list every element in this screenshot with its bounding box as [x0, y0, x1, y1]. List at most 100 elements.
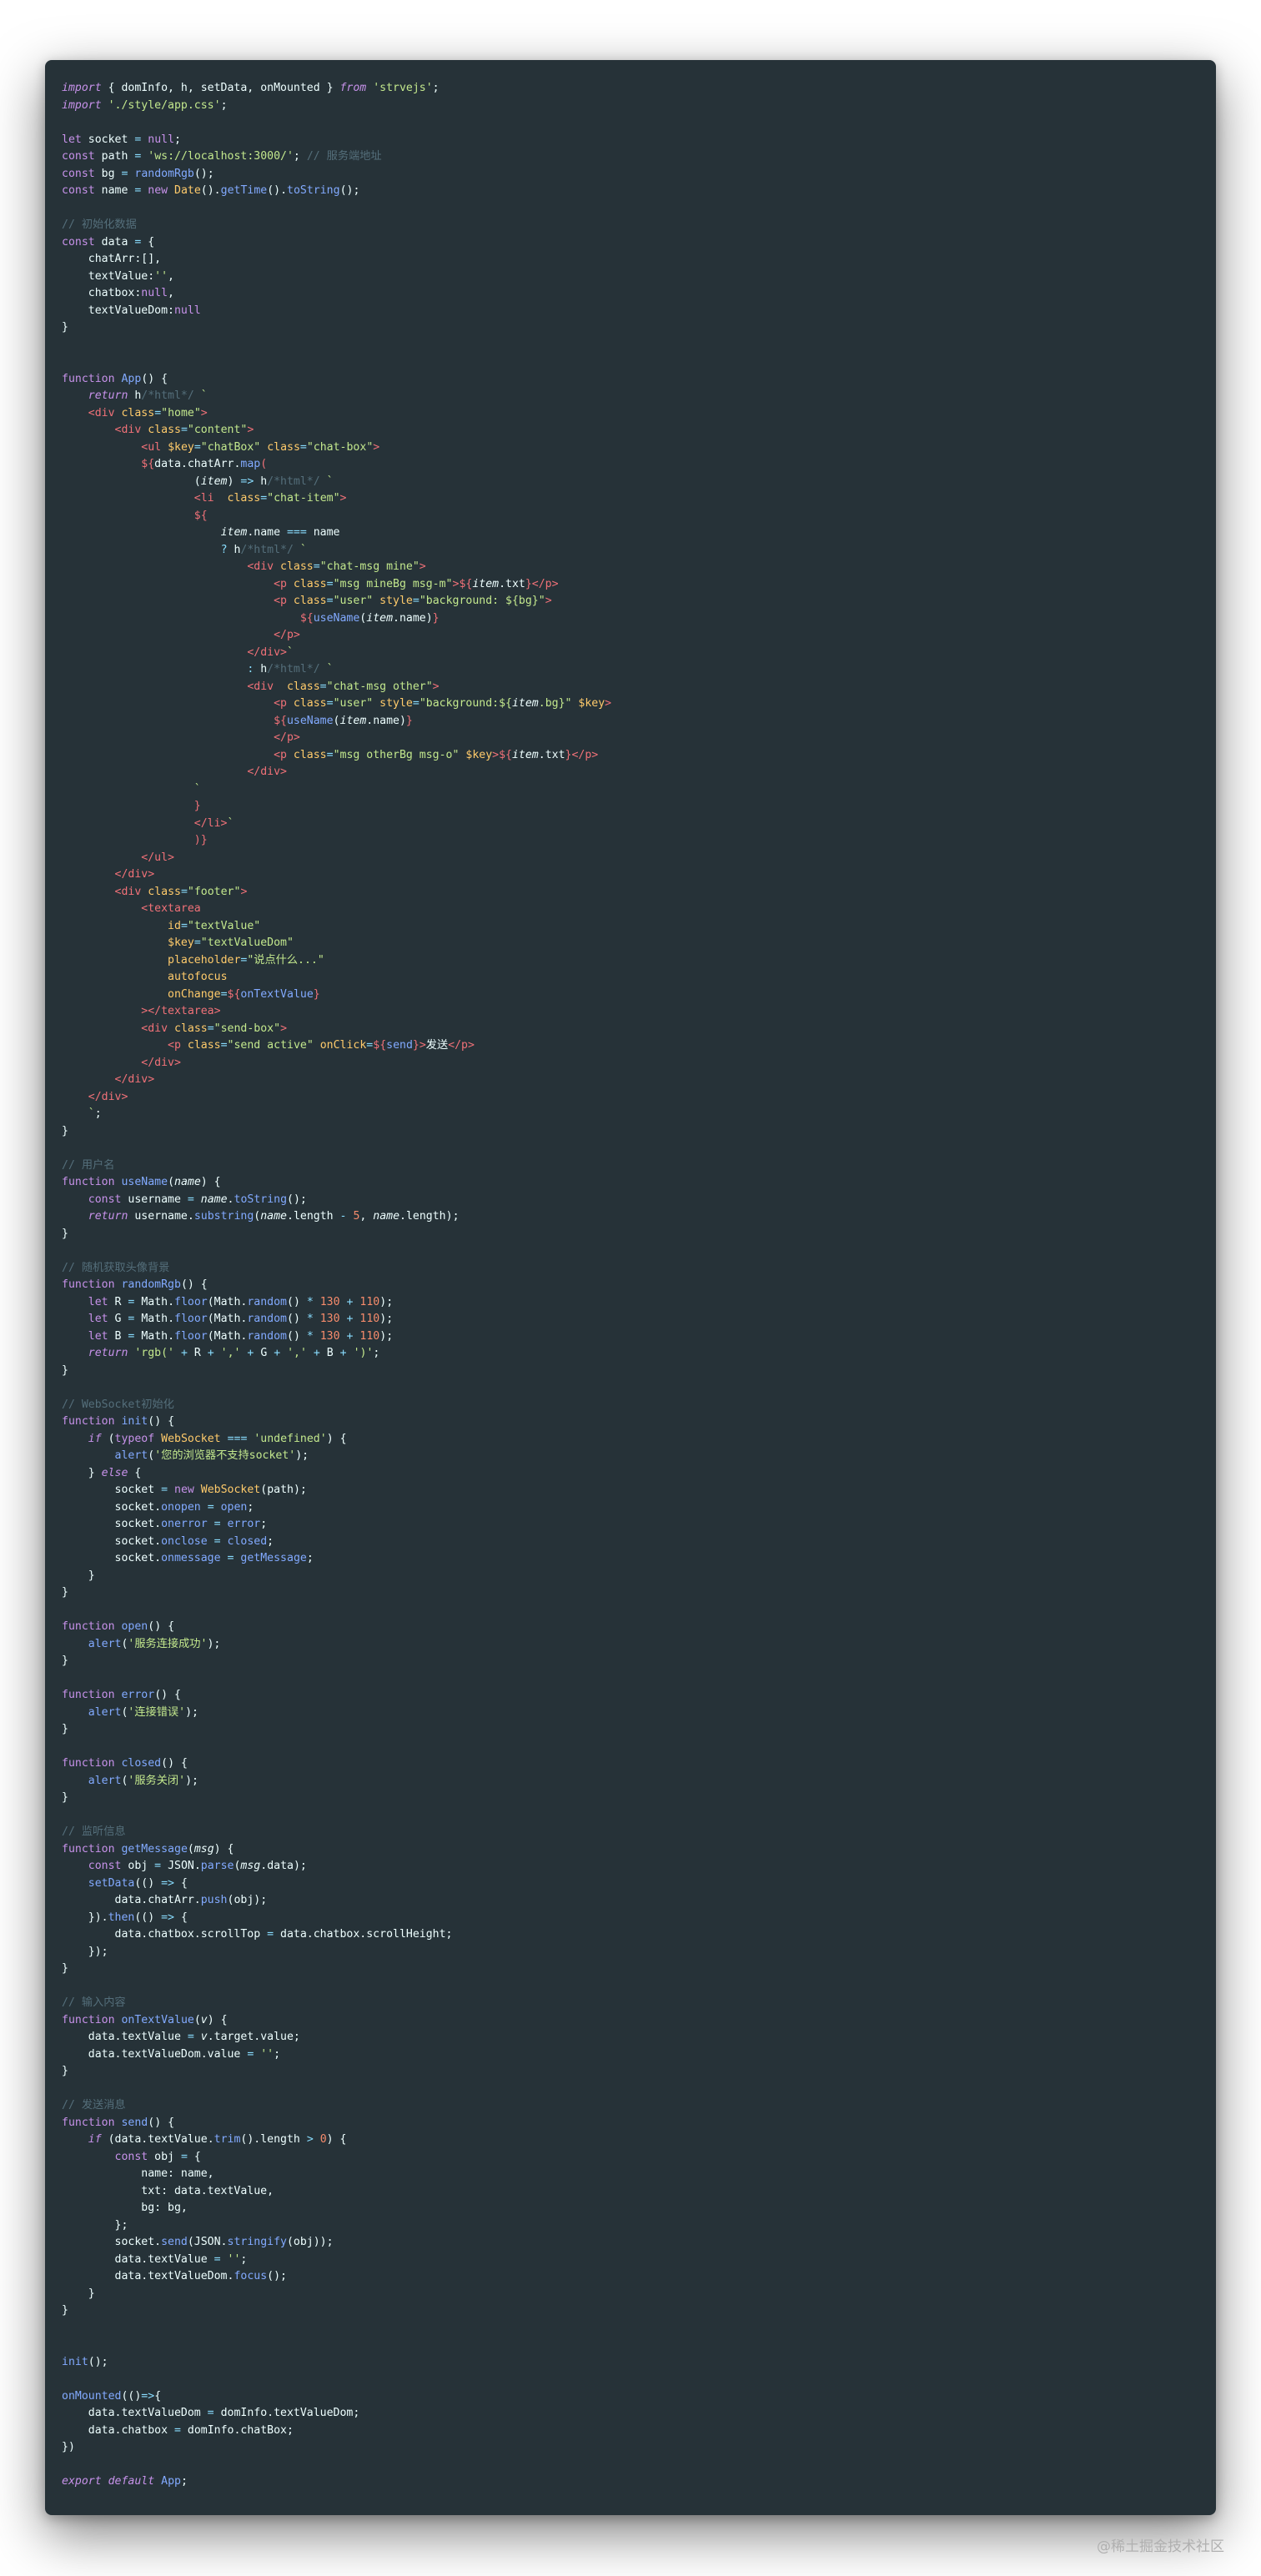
code-token: const — [62, 235, 95, 249]
code-line: let G = Math.floor(Math.random() * 130 +… — [62, 1311, 1199, 1328]
code-token: )} — [193, 834, 208, 846]
code-token: function — [62, 1842, 115, 1855]
code-token: WebSocket — [200, 1484, 261, 1496]
code-line: </ul> — [62, 850, 1199, 867]
code-line: data.textValue = ''; — [62, 2252, 1199, 2269]
code-line: const username = name.toString(); — [62, 1192, 1199, 1209]
code-token: data.chatArr. — [62, 1894, 201, 1906]
code-token: ( — [260, 458, 268, 470]
code-token: ; — [94, 1107, 102, 1120]
code-token: ( — [62, 475, 201, 488]
code-line: } — [62, 1653, 1199, 1670]
code-token: init — [62, 2355, 88, 2368]
code-token: ); — [185, 1774, 198, 1787]
code-token: ')' — [353, 1347, 374, 1359]
code-token: ; — [432, 82, 440, 94]
code-token: } — [62, 2287, 95, 2300]
code-token: stringify — [227, 2236, 287, 2248]
code-token: ` — [299, 543, 307, 556]
code-token: random — [247, 1295, 287, 1308]
code-token: // 监听信息 — [62, 1825, 126, 1838]
code-token: alert — [88, 1774, 122, 1787]
code-token: id — [168, 919, 181, 932]
code-token: }</p> — [565, 748, 599, 761]
code-token: import — [62, 82, 102, 94]
code-line: alert('服务连接成功'); — [62, 1636, 1199, 1654]
code-token: 'rgb(' — [134, 1347, 174, 1359]
code-token: typeof — [114, 1432, 155, 1445]
code-token: + — [313, 1347, 320, 1359]
code-token: ; — [267, 1534, 274, 1548]
code-line: import './style/app.css'; — [62, 98, 1199, 115]
code-token: }</p> — [525, 577, 559, 590]
code-token: => — [161, 1876, 174, 1890]
code-token: { — [154, 2389, 162, 2403]
code-token: useName — [313, 611, 360, 625]
code-token: // 随机获取头像背景 — [62, 1261, 170, 1274]
code-token: = — [180, 2150, 188, 2163]
code-line: </div> — [62, 1055, 1199, 1072]
code-token: name — [200, 1193, 228, 1206]
code-token: (JSON. — [187, 2236, 228, 2248]
code-line: socket = new WebSocket(path); — [62, 1482, 1199, 1499]
code-token: placeholder — [168, 953, 241, 967]
code-token: randomRgb — [134, 167, 194, 180]
code-token: ` — [200, 389, 208, 402]
code-token: () { — [180, 1278, 208, 1291]
code-line: </div> — [62, 1089, 1199, 1107]
code-token: > — [605, 697, 612, 710]
code-token: class — [174, 1022, 208, 1035]
code-token: function — [62, 1620, 115, 1633]
code-token: data.textValue — [62, 2252, 214, 2266]
code-token: null — [148, 133, 175, 146]
code-token: socket. — [62, 1534, 162, 1548]
code-token: + — [207, 1347, 214, 1359]
code-token: <p — [274, 697, 287, 710]
code-token: </p> — [448, 1039, 475, 1052]
code-token: floor — [174, 1313, 208, 1325]
code-token: open — [121, 1620, 148, 1633]
code-token: let — [62, 133, 82, 146]
code-token: }). — [62, 1911, 108, 1924]
code-line: } — [62, 319, 1199, 337]
code-line: function randomRgb() { — [62, 1277, 1199, 1294]
code-line: const bg = randomRgb(); — [62, 166, 1199, 183]
code-line: <p class="msg mineBg msg-m">${item.txt}<… — [62, 576, 1199, 594]
code-token: else — [101, 1466, 128, 1479]
code-token: function — [62, 372, 115, 385]
code-line: <div class="chat-msg other"> — [62, 679, 1199, 696]
code-token: class — [293, 577, 327, 590]
code-token: ; — [274, 2047, 281, 2061]
code-line: ` — [62, 781, 1199, 799]
code-line: </div> — [62, 1072, 1199, 1089]
code-token: class — [293, 748, 327, 761]
code-token: + — [339, 1347, 347, 1359]
code-token: class — [227, 492, 261, 505]
code-token: R — [108, 1295, 128, 1308]
code-line: <p class="msg otherBg msg-o" $key>${item… — [62, 747, 1199, 765]
code-token: ); — [379, 1329, 394, 1343]
code-token: ( — [101, 1432, 115, 1445]
code-token: closed — [121, 1757, 162, 1770]
code-token: Math. — [134, 1313, 175, 1325]
code-line: let R = Math.floor(Math.random() * 130 +… — [62, 1294, 1199, 1312]
code-token: onMounted — [62, 2389, 122, 2403]
code-token: (); — [193, 167, 214, 180]
code-token: ); — [379, 1295, 394, 1308]
code-line: return username.substring(name.length - … — [62, 1208, 1199, 1226]
code-token: Math. — [134, 1295, 175, 1308]
